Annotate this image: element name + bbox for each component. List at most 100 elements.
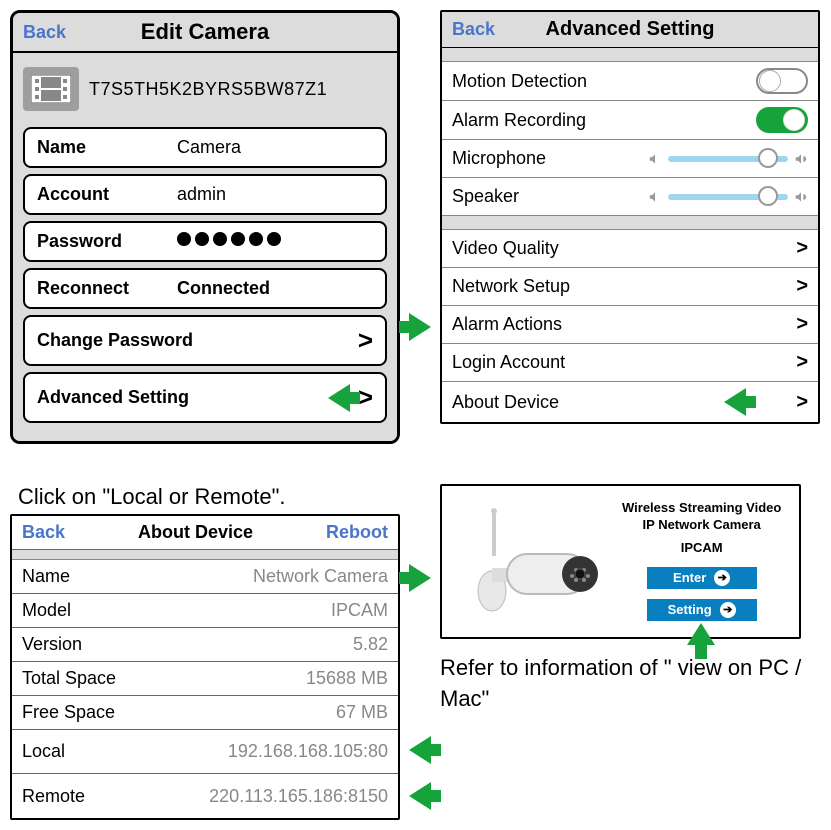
name-label: Name (37, 137, 177, 158)
about-total-space-row: Total Space 15688 MB (12, 662, 398, 696)
camera-model: IPCAM (681, 540, 723, 555)
film-icon (23, 67, 79, 111)
microphone-slider[interactable] (668, 156, 788, 162)
about-model-row: Model IPCAM (12, 594, 398, 628)
advanced-header: Back Advanced Setting (442, 12, 818, 48)
name-field[interactable]: Name Camera (23, 127, 387, 168)
device-id-row: T7S5TH5K2BYRS5BW87Z1 (23, 63, 387, 121)
alarm-actions-row[interactable]: Alarm Actions > (442, 306, 818, 344)
alarm-actions-label: Alarm Actions (452, 314, 562, 335)
reboot-button[interactable]: Reboot (326, 522, 388, 543)
network-setup-label: Network Setup (452, 276, 570, 297)
camera-product-title: Wireless Streaming Video IP Network Came… (622, 500, 781, 534)
volume-low-icon (648, 152, 662, 166)
camera-caption: Refer to information of " view on PC / M… (440, 653, 820, 715)
change-password-row[interactable]: Change Password > (23, 315, 387, 366)
reconnect-value: Connected (177, 278, 270, 299)
about-version-value: 5.82 (353, 634, 388, 655)
speaker-row[interactable]: Speaker (442, 178, 818, 216)
about-free-space-row: Free Space 67 MB (12, 696, 398, 730)
password-field[interactable]: Password (23, 221, 387, 262)
about-version-row: Version 5.82 (12, 628, 398, 662)
volume-low-icon (648, 190, 662, 204)
flow-arrow (400, 454, 440, 820)
account-label: Account (37, 184, 177, 205)
login-account-row[interactable]: Login Account > (442, 344, 818, 382)
microphone-label: Microphone (452, 148, 546, 169)
speaker-slider[interactable] (668, 194, 788, 200)
about-local-row[interactable]: Local 192.168.168.105:80 (12, 730, 398, 774)
motion-detection-label: Motion Detection (452, 71, 587, 92)
about-device-panel: Back About Device Reboot Name Network Ca… (10, 514, 400, 820)
camera-web-preview: Wireless Streaming Video IP Network Came… (440, 484, 801, 639)
about-remote-value: 220.113.165.186:8150 (209, 786, 388, 807)
speaker-label: Speaker (452, 186, 519, 207)
about-name-row: Name Network Camera (12, 560, 398, 594)
arrow-left-icon (409, 736, 431, 764)
about-local-label: Local (22, 741, 65, 762)
volume-high-icon (794, 152, 808, 166)
setting-button-label: Setting (668, 602, 712, 617)
password-label: Password (37, 231, 177, 252)
about-free-space-value: 67 MB (336, 702, 388, 723)
about-total-space-value: 15688 MB (306, 668, 388, 689)
about-free-space-label: Free Space (22, 702, 115, 723)
motion-detection-row[interactable]: Motion Detection (442, 62, 818, 101)
alarm-recording-row[interactable]: Alarm Recording (442, 101, 818, 140)
advanced-setting-row[interactable]: Advanced Setting > (23, 372, 387, 423)
name-value: Camera (177, 137, 241, 158)
edit-camera-panel: Back Edit Camera T7S5TH5K2BYRS5BW87Z1 Na… (10, 10, 400, 444)
about-model-label: Model (22, 600, 71, 621)
about-total-space-label: Total Space (22, 668, 116, 689)
video-quality-label: Video Quality (452, 238, 559, 259)
chevron-right-icon: > (796, 237, 808, 260)
microphone-row[interactable]: Microphone (442, 140, 818, 178)
password-mask (177, 232, 285, 251)
highlight-arrow-icon (724, 388, 746, 416)
about-remote-label: Remote (22, 786, 85, 807)
advanced-setting-label: Advanced Setting (37, 387, 189, 408)
section-spacer (442, 216, 818, 230)
chevron-right-icon: > (796, 351, 808, 374)
reconnect-field[interactable]: Reconnect Connected (23, 268, 387, 309)
chevron-right-icon: > (358, 325, 373, 356)
section-spacer (12, 550, 398, 560)
arrow-right-icon (409, 564, 431, 592)
reconnect-label: Reconnect (37, 278, 177, 299)
enter-button-label: Enter (673, 570, 706, 585)
chevron-right-icon: > (796, 313, 808, 336)
arrow-left-icon (409, 782, 431, 810)
arrow-right-icon: ➔ (720, 602, 736, 618)
chevron-right-icon: > (796, 391, 808, 414)
instruction-text: Click on "Local or Remote". (18, 484, 400, 510)
section-spacer (442, 48, 818, 62)
account-value: admin (177, 184, 226, 205)
back-button[interactable]: Back (452, 19, 495, 40)
video-quality-row[interactable]: Video Quality > (442, 230, 818, 268)
arrow-right-icon: ➔ (714, 570, 730, 586)
about-device-label: About Device (452, 392, 559, 413)
network-setup-row[interactable]: Network Setup > (442, 268, 818, 306)
page-title: Edit Camera (141, 19, 269, 45)
camera-image (452, 506, 612, 616)
alarm-recording-label: Alarm Recording (452, 110, 586, 131)
about-local-value: 192.168.168.105:80 (228, 741, 388, 762)
account-field[interactable]: Account admin (23, 174, 387, 215)
edit-camera-header: Back Edit Camera (13, 13, 397, 53)
page-title: Advanced Setting (546, 18, 715, 41)
about-remote-row[interactable]: Remote 220.113.165.186:8150 (12, 774, 398, 818)
chevron-right-icon: > (358, 382, 373, 413)
back-button[interactable]: Back (23, 22, 66, 43)
motion-detection-toggle[interactable] (756, 68, 808, 94)
back-button[interactable]: Back (22, 522, 65, 543)
change-password-label: Change Password (37, 330, 193, 351)
about-header: Back About Device Reboot (12, 516, 398, 550)
about-device-row[interactable]: About Device > (442, 382, 818, 422)
enter-button[interactable]: Enter ➔ (647, 567, 757, 589)
arrow-right-icon (409, 313, 431, 341)
setting-button[interactable]: Setting ➔ (647, 599, 757, 621)
page-title: About Device (138, 522, 253, 543)
alarm-recording-toggle[interactable] (756, 107, 808, 133)
about-model-value: IPCAM (331, 600, 388, 621)
volume-high-icon (794, 190, 808, 204)
